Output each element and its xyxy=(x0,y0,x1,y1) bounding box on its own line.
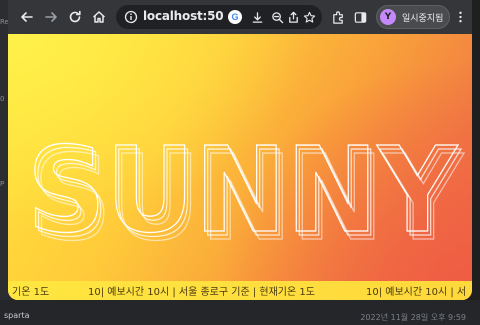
browser-window: localhost:50 G Y 일시중지됨 SUNNY SUNNY SUNNY… xyxy=(8,0,472,300)
home-button[interactable] xyxy=(88,6,110,28)
background-workspace-label[interactable]: sparta xyxy=(4,311,29,320)
page-viewport: SUNNY SUNNY SUNNY 기온 1도 10| 예보시간 10시 | 서… xyxy=(8,34,472,300)
forward-arrow-icon xyxy=(45,12,57,22)
star-icon[interactable] xyxy=(302,10,316,24)
kebab-menu-icon[interactable] xyxy=(454,9,466,25)
weather-ticker: 기온 1도 10| 예보시간 10시 | 서울 종로구 기준 | 현재기온 1도… xyxy=(8,281,472,300)
puzzle-icon[interactable] xyxy=(330,9,346,25)
ticker-item: 10| 예보시간 10시 | 서 xyxy=(366,287,467,298)
share-icon[interactable] xyxy=(286,10,300,24)
url-text[interactable]: localhost:50 xyxy=(143,9,223,23)
back-arrow-icon xyxy=(21,12,33,22)
reload-button[interactable] xyxy=(64,6,86,28)
home-icon xyxy=(92,11,106,23)
google-icon[interactable]: G xyxy=(228,10,242,24)
address-bar[interactable]: localhost:50 G xyxy=(116,5,322,29)
sidebar-icon[interactable] xyxy=(352,9,368,25)
avatar: Y xyxy=(380,9,396,25)
browser-toolbar: localhost:50 G Y 일시중지됨 xyxy=(8,0,472,34)
reload-icon xyxy=(69,10,81,23)
hero-graphic: SUNNY SUNNY SUNNY xyxy=(26,120,465,267)
profile-status-label: 일시중지됨 xyxy=(402,14,444,24)
hero-title: SUNNY xyxy=(27,121,458,259)
forward-button[interactable] xyxy=(40,6,62,28)
zoom-icon[interactable] xyxy=(270,10,284,24)
info-icon[interactable] xyxy=(124,10,138,24)
ticker-item: 10| 예보시간 10시 | 서울 종로구 기준 | 현재기온 1도 xyxy=(88,287,315,298)
back-button[interactable] xyxy=(16,6,38,28)
ticker-item: 기온 1도 xyxy=(12,287,50,298)
background-timestamp: 2022년 11월 28일 오후 9:59 xyxy=(360,313,466,322)
profile-button[interactable]: Y 일시중지됨 xyxy=(376,5,450,29)
download-icon[interactable] xyxy=(250,10,264,24)
